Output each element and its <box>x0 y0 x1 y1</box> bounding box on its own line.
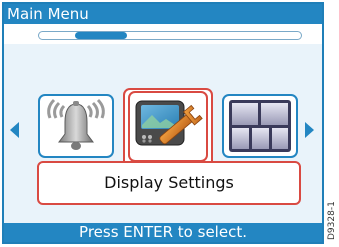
menu-area: Display Settings <box>4 44 322 229</box>
status-text: Press ENTER to select. <box>79 223 247 241</box>
menu-item-alarm[interactable] <box>38 94 114 158</box>
menu-item-display-settings[interactable] <box>128 91 208 162</box>
scroll-left-arrow-icon[interactable] <box>10 122 19 138</box>
device-screen: Main Menu Display Settings Press ENTER t… <box>2 2 324 244</box>
page-layout-icon <box>229 100 291 152</box>
display-settings-icon <box>135 100 203 146</box>
menu-scrollbar-thumb[interactable] <box>75 32 127 39</box>
menu-item-layout[interactable] <box>222 94 298 158</box>
title-bar: Main Menu <box>4 4 322 24</box>
scroll-right-arrow-icon[interactable] <box>305 122 314 138</box>
status-bar: Press ENTER to select. <box>4 223 322 242</box>
figure-code: D9328-1 <box>325 190 339 242</box>
figure-code-text: D9328-1 <box>327 201 337 240</box>
screen-title: Main Menu <box>7 5 89 23</box>
menu-scrollbar[interactable] <box>38 31 302 40</box>
selected-item-label: Display Settings <box>37 161 301 205</box>
alarm-bell-icon <box>47 98 105 150</box>
